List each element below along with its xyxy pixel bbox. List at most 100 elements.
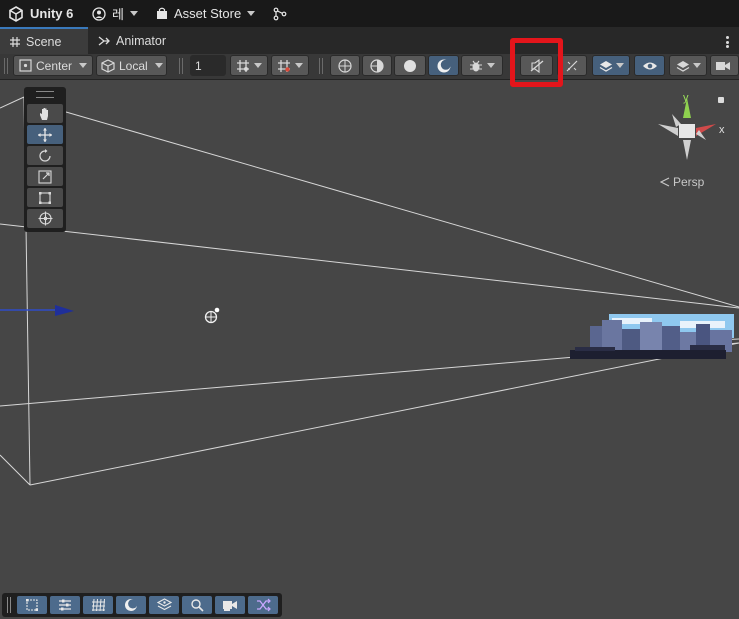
lock-icon[interactable]	[718, 97, 724, 103]
shaded-wireframe-button[interactable]	[362, 55, 392, 76]
frustum-edge	[65, 111, 739, 308]
scale-tool-button[interactable]	[27, 167, 63, 186]
chevron-down-icon	[154, 63, 163, 68]
highlight-box	[510, 38, 563, 87]
increment-snap-icon	[278, 59, 290, 72]
search-icon	[191, 599, 204, 612]
perspective-icon	[660, 177, 670, 187]
branch-icon	[273, 7, 287, 20]
asset-store-label: Asset Store	[174, 6, 242, 21]
layers-stack-icon	[599, 60, 612, 72]
rotate-tool-button[interactable]	[27, 146, 63, 165]
scene-visibility-dropdown[interactable]	[592, 55, 630, 76]
transform-icon	[38, 211, 52, 226]
toolbar-grip[interactable]	[179, 58, 183, 74]
layers-dropdown[interactable]	[669, 55, 707, 76]
toolbar-grip[interactable]	[4, 58, 8, 74]
debug-draw-mode-dropdown[interactable]	[461, 55, 503, 76]
lit-shading-button[interactable]	[428, 55, 459, 76]
navmesh-button[interactable]	[149, 596, 179, 614]
gizmo-y-label: y	[683, 92, 689, 104]
more-options-icon[interactable]	[726, 36, 730, 48]
frustum-edge	[29, 342, 739, 486]
sliders-icon	[59, 599, 71, 611]
overlay-grip[interactable]	[36, 91, 54, 98]
unity-logo-icon	[9, 5, 23, 22]
chevron-down-icon	[692, 63, 701, 68]
wireframe-sphere-icon	[338, 58, 352, 73]
grid-visibility-dropdown[interactable]	[230, 55, 268, 76]
overlay-toolbar-grip[interactable]	[7, 597, 11, 613]
persp-label: Persp	[673, 175, 705, 189]
pivot-rotation-label: Local	[119, 58, 148, 73]
wireframe-shading-button[interactable]	[330, 55, 360, 76]
grid-snap-icon	[237, 59, 249, 72]
grid-button[interactable]	[83, 596, 113, 614]
shopping-bag-icon	[157, 7, 167, 19]
rect-tool-button[interactable]	[27, 188, 63, 207]
lit-sphere-icon	[437, 59, 451, 72]
shuffle-icon	[256, 598, 271, 612]
chevron-down-icon	[487, 63, 495, 68]
city-background-sprite[interactable]	[570, 314, 734, 359]
search-button[interactable]	[182, 596, 212, 614]
grid-snap-input[interactable]: 1	[190, 55, 226, 76]
chevron-down-icon	[295, 63, 303, 68]
chevron-down-icon	[615, 63, 624, 68]
increment-snap-dropdown[interactable]	[271, 55, 309, 76]
animator-icon	[98, 35, 110, 46]
animation-button[interactable]	[248, 596, 278, 614]
scene-orientation-gizmo[interactable]	[650, 92, 730, 164]
gizmo-x-label: x	[719, 124, 725, 136]
asset-store-menu[interactable]: Asset Store	[156, 0, 256, 27]
tab-scene[interactable]: Scene	[0, 27, 88, 54]
pivot-mode-label: Center	[36, 58, 73, 73]
pivot-center-icon	[19, 59, 32, 72]
app-title: Unity 6	[30, 6, 74, 21]
rect-icon	[39, 191, 51, 204]
frustum-edge	[0, 96, 25, 109]
grid-hash-icon	[10, 36, 20, 47]
grid-icon	[91, 598, 105, 612]
pivot-mode-dropdown[interactable]: Center	[13, 55, 93, 76]
rotate-icon	[39, 148, 51, 162]
scene-visibility-toggle[interactable]	[634, 55, 665, 76]
light-gizmo-icon[interactable]	[204, 307, 220, 324]
local-cube-icon	[101, 58, 115, 73]
move-tool-button[interactable]	[27, 125, 63, 144]
shaded-wire-sphere-icon	[370, 58, 384, 73]
transform-tool-button[interactable]	[27, 209, 63, 228]
view-tool-button[interactable]	[27, 104, 63, 123]
settings-sliders-button[interactable]	[50, 596, 80, 614]
account-icon	[92, 6, 106, 21]
account-menu[interactable]: 레	[92, 0, 138, 27]
unity-menu[interactable]: Unity 6	[8, 0, 73, 27]
tab-animator[interactable]: Animator	[88, 27, 178, 54]
chevron-down-icon	[254, 63, 262, 68]
moon-icon	[125, 599, 138, 611]
unlit-shading-button[interactable]	[394, 55, 426, 76]
camera-icon	[716, 61, 730, 70]
tab-animator-label: Animator	[116, 33, 167, 48]
grid-snap-value: 1	[195, 58, 202, 73]
direction-arrow	[0, 305, 74, 316]
chevron-down-icon	[129, 11, 138, 16]
toolbar-grip[interactable]	[319, 58, 323, 74]
layers-icon	[676, 60, 689, 72]
camera-frustum	[0, 96, 739, 486]
eye-icon	[642, 62, 657, 69]
rect-select-icon	[26, 599, 38, 611]
camera-preview-button[interactable]	[215, 596, 245, 614]
rect-select-button[interactable]	[17, 596, 47, 614]
scale-icon	[38, 169, 52, 184]
version-control-button[interactable]	[273, 0, 287, 27]
scene-viewport[interactable]	[0, 79, 739, 619]
pivot-rotation-dropdown[interactable]: Local	[96, 55, 167, 76]
chevron-down-icon	[79, 63, 88, 68]
lighting-button[interactable]	[116, 596, 146, 614]
effects-icon	[566, 60, 578, 71]
account-label: 레	[112, 7, 124, 22]
camera-settings-dropdown[interactable]	[710, 55, 739, 76]
projection-toggle[interactable]: Persp	[660, 175, 704, 189]
frustum-edge	[0, 223, 739, 309]
